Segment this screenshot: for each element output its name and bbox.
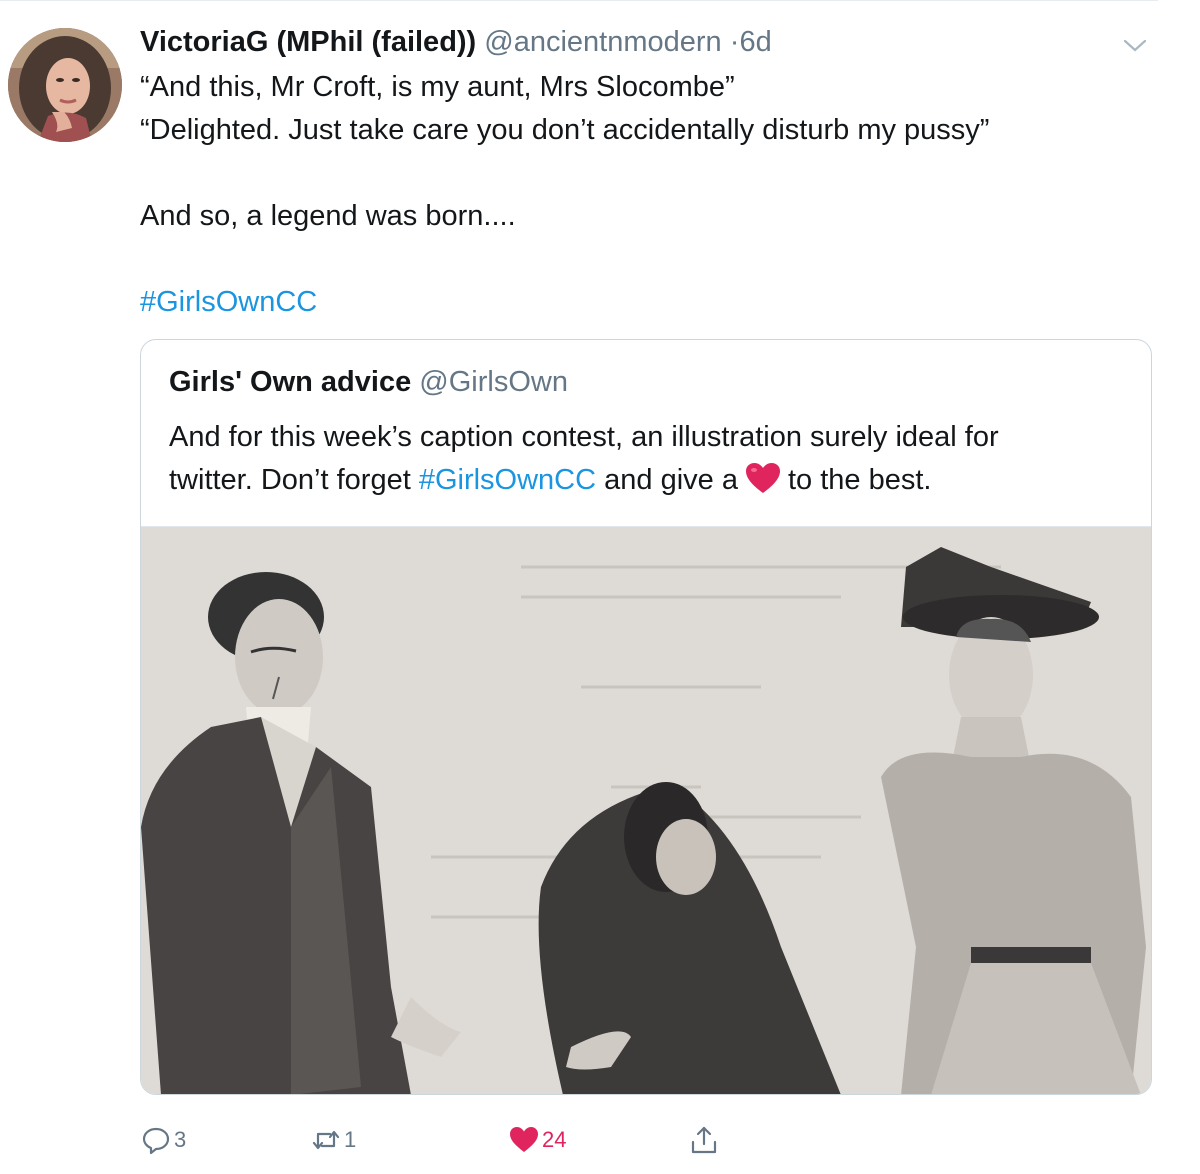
- author-handle[interactable]: @ancientnmodern: [484, 26, 721, 58]
- vintage-illustration-image[interactable]: [141, 526, 1151, 1094]
- quoted-line-2-end: to the best.: [787, 464, 932, 496]
- quoted-line-2: twitter. Don’t forget #GirlsOwnCC and gi…: [169, 459, 1129, 502]
- tweet-line: [140, 238, 1150, 281]
- like-button[interactable]: 24: [508, 1120, 566, 1160]
- tweet-line: [140, 152, 1150, 195]
- author-name[interactable]: VictoriaG (MPhil (failed)): [140, 26, 476, 58]
- like-count: 24: [542, 1127, 567, 1152]
- tweet-line: “And this, Mr Croft, is my aunt, Mrs Slo…: [140, 71, 735, 103]
- reply-button[interactable]: 3: [140, 1120, 186, 1160]
- red-heart-icon: [745, 463, 780, 493]
- tweet[interactable]: VictoriaG (MPhil (failed)) @ancientnmode…: [140, 22, 1150, 324]
- illustration-drawing: [141, 527, 1151, 1094]
- retweet-count: 1: [344, 1127, 357, 1152]
- author-avatar[interactable]: [8, 28, 122, 142]
- share-button[interactable]: [688, 1120, 720, 1160]
- reply-icon: [142, 1127, 170, 1155]
- quoted-line-1: And for this week’s caption contest, an …: [169, 421, 999, 453]
- retweet-icon: [312, 1130, 340, 1150]
- heart-filled-icon: [510, 1127, 538, 1152]
- tweet-actions: 3 1 24: [140, 1120, 840, 1160]
- quoted-tweet-text: And for this week’s caption contest, an …: [169, 416, 1129, 502]
- chevron-down-icon[interactable]: [1120, 36, 1150, 56]
- quoted-author-name: Girls' Own advice: [169, 366, 412, 398]
- quoted-tweet-card[interactable]: Girls' Own advice @GirlsOwn And for this…: [140, 339, 1152, 1095]
- avatar-portrait-icon: [8, 28, 122, 142]
- quoted-tweet-header: Girls' Own advice @GirlsOwn: [169, 362, 568, 402]
- share-icon: [691, 1126, 717, 1154]
- tweet-text: “And this, Mr Croft, is my aunt, Mrs Slo…: [140, 66, 1150, 324]
- tweet-line: And so, a legend was born....: [140, 200, 516, 232]
- quoted-author-handle: @GirlsOwn: [419, 366, 568, 398]
- top-divider: [0, 0, 1158, 1]
- quoted-line-2-start: twitter. Don’t forget: [169, 464, 419, 496]
- header-separator: ·: [729, 26, 740, 58]
- retweet-button[interactable]: 1: [310, 1120, 356, 1160]
- tweet-line: “Delighted. Just take care you don’t acc…: [140, 114, 990, 146]
- quoted-hashtag-link[interactable]: #GirlsOwnCC: [419, 464, 596, 496]
- tweet-timestamp[interactable]: 6d: [739, 26, 771, 58]
- reply-count: 3: [174, 1127, 187, 1152]
- tweet-header: VictoriaG (MPhil (failed)) @ancientnmode…: [140, 22, 1150, 62]
- tweet-hashtag-link[interactable]: #GirlsOwnCC: [140, 281, 1150, 324]
- quoted-line-2-mid: and give a: [596, 464, 738, 496]
